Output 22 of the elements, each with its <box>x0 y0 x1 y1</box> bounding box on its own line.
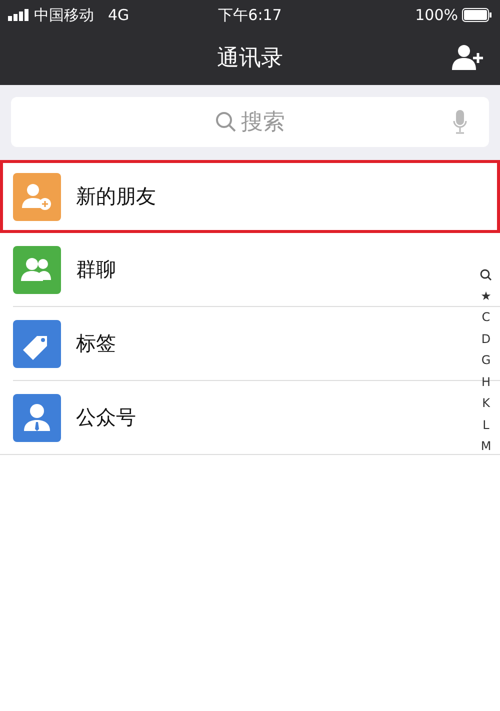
network-type: 4G <box>108 6 130 24</box>
signal-icon <box>8 9 30 21</box>
index-letter[interactable]: G <box>481 350 491 372</box>
search-placeholder: 搜索 <box>241 109 285 137</box>
index-letter[interactable]: L <box>482 414 490 436</box>
page-title: 通讯录 <box>217 44 283 72</box>
battery-icon <box>462 8 492 22</box>
index-letter[interactable]: ★ <box>480 286 492 307</box>
battery-percent: 100% <box>415 6 458 24</box>
highlighted-list-item[interactable]: 新的朋友 <box>0 160 500 233</box>
add-contact-button[interactable] <box>450 42 486 72</box>
index-letter[interactable]: C <box>482 307 490 328</box>
list-item[interactable]: 公众号 <box>0 381 470 454</box>
search-icon <box>215 111 237 133</box>
list-item[interactable]: 群聊 <box>0 233 470 306</box>
index-letter[interactable]: K <box>482 393 490 414</box>
carrier-name: 中国移动 <box>34 6 94 24</box>
list-item[interactable]: 标签 <box>0 307 470 380</box>
index-letter[interactable]: H <box>481 372 491 393</box>
index-letter[interactable]: M <box>480 436 492 458</box>
status-time: 下午6:17 <box>218 6 282 24</box>
index-letter[interactable]: D <box>481 328 491 350</box>
